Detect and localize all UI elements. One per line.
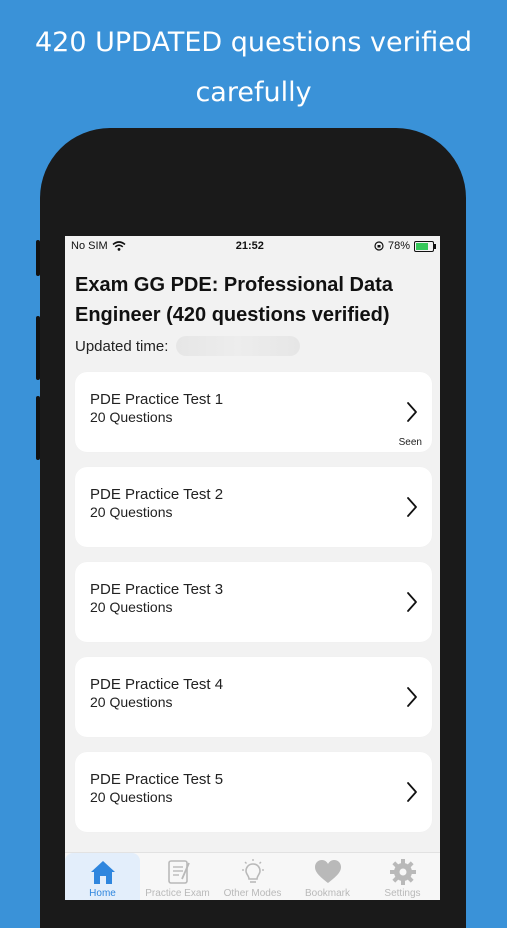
status-bar: No SIM 21:52 78%	[65, 236, 440, 256]
question-count: 20 Questions	[90, 503, 173, 520]
lightbulb-icon	[241, 859, 264, 883]
practice-test-title: PDE Practice Test 1	[90, 390, 224, 408]
practice-test-card[interactable]: PDE Practice Test 5 20 Questions	[75, 752, 432, 832]
wifi-icon	[112, 241, 126, 251]
seen-badge: Seen	[398, 437, 422, 448]
home-icon	[90, 861, 115, 884]
chevron-right-icon	[407, 782, 417, 802]
updated-time-value-redacted	[176, 336, 301, 356]
volume-up-button	[36, 316, 40, 380]
updated-time-label: Updated time:	[75, 337, 169, 355]
orientation-lock-icon	[374, 241, 384, 251]
practice-test-title: PDE Practice Test 4	[90, 675, 224, 693]
chevron-right-icon	[407, 402, 417, 422]
heart-icon	[314, 860, 341, 883]
practice-test-list: PDE Practice Test 1 20 Questions Seen PDE P…	[65, 356, 440, 832]
title-line-2: Engineer (420 questions verified)	[75, 304, 390, 326]
card-text: PDE Practice Test 1 20 Questions	[75, 391, 223, 426]
page-title: Exam GG PDE: Professional Data Engineer …	[75, 270, 430, 330]
practice-test-title: PDE Practice Test 3	[90, 580, 224, 598]
tab-bar: Home Practice Exam Other Modes Bookmark Sett…	[65, 852, 440, 900]
practice-test-card[interactable]: PDE Practice Test 4 20 Questions	[75, 657, 432, 737]
chevron-right-icon	[407, 687, 417, 707]
battery-percent: 78%	[387, 240, 410, 252]
exam-icon	[167, 860, 190, 884]
volume-down-button	[36, 396, 40, 460]
question-count: 20 Questions	[90, 408, 173, 425]
question-count: 20 Questions	[90, 693, 173, 710]
tab-home[interactable]: Home	[65, 853, 140, 900]
promo-line-1: 420 UPDATED questions verified	[34, 27, 473, 58]
clock: 21:52	[235, 240, 264, 252]
card-text: PDE Practice Test 3 20 Questions	[75, 581, 223, 616]
tab-label: Practice Exam	[145, 888, 210, 899]
practice-test-card[interactable]: PDE Practice Test 2 20 Questions	[75, 467, 432, 547]
practice-test-title: PDE Practice Test 2	[90, 485, 224, 503]
practice-test-card[interactable]: PDE Practice Test 1 20 Questions Seen	[75, 372, 432, 452]
practice-test-card[interactable]: PDE Practice Test 3 20 Questions	[75, 562, 432, 642]
card-text: PDE Practice Test 4 20 Questions	[75, 676, 223, 711]
practice-test-title: PDE Practice Test 5	[90, 770, 224, 788]
tab-other-modes[interactable]: Other Modes	[215, 853, 290, 900]
chevron-right-icon	[407, 592, 417, 612]
question-count: 20 Questions	[90, 788, 173, 805]
tab-bookmark[interactable]: Bookmark	[290, 853, 365, 900]
promo-line-2: carefully	[195, 77, 312, 108]
question-count: 20 Questions	[90, 598, 173, 615]
tab-label: Home	[89, 888, 116, 899]
carrier-label: No SIM	[71, 240, 108, 252]
card-text: PDE Practice Test 2 20 Questions	[75, 486, 223, 521]
updated-time-row: Updated time:	[75, 336, 430, 356]
battery-level	[415, 242, 429, 250]
tab-practice-exam[interactable]: Practice Exam	[140, 853, 215, 900]
tab-label: Settings	[384, 888, 421, 899]
mute-switch	[36, 240, 40, 276]
tab-settings[interactable]: Settings	[365, 853, 440, 900]
battery-icon	[413, 240, 436, 252]
tab-label: Bookmark	[304, 888, 350, 899]
gear-icon	[389, 859, 416, 885]
card-text: PDE Practice Test 5 20 Questions	[75, 771, 223, 806]
promo-headline: 420 UPDATED questions verified carefully	[0, 18, 507, 118]
tab-label: Other Modes	[223, 888, 282, 899]
chevron-right-icon	[407, 497, 417, 517]
page-header: Exam GG PDE: Professional Data Engineer …	[65, 256, 440, 356]
app-screen: No SIM 21:52 78% Exam GG PDE: Profession…	[65, 236, 440, 900]
title-line-1: Exam GG PDE: Professional Data	[75, 274, 393, 296]
